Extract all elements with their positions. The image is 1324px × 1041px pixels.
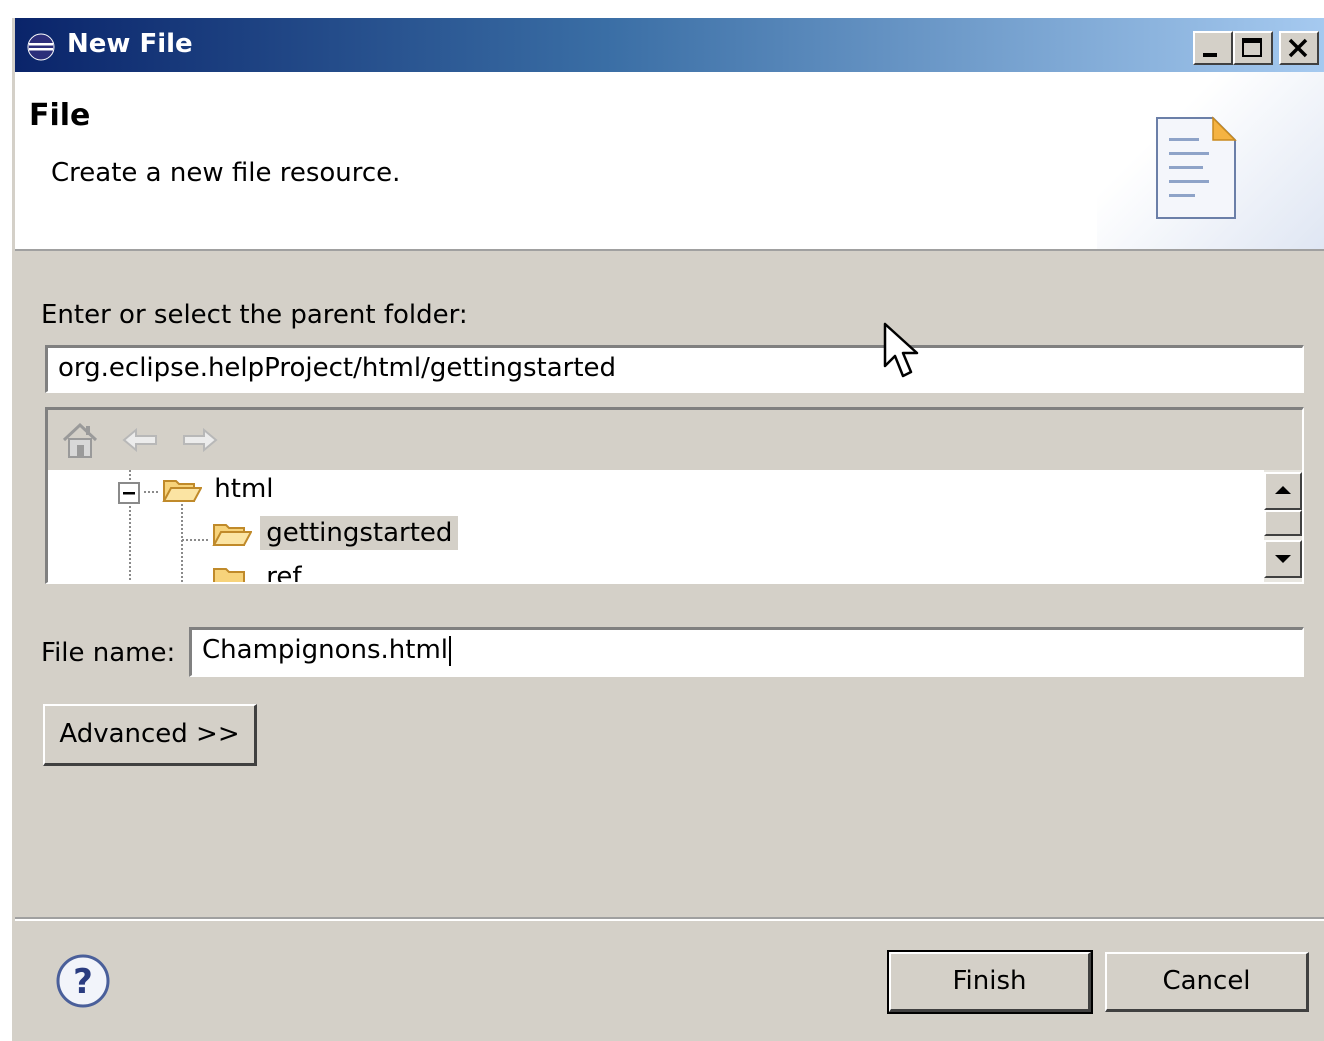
button-bar-separator — [15, 917, 1324, 921]
wizard-header: File Create a new file resource. — [15, 72, 1324, 251]
maximize-icon — [1242, 38, 1262, 57]
eclipse-icon — [27, 33, 55, 61]
tree-item-label: html — [214, 474, 274, 504]
mouse-cursor-icon — [883, 322, 919, 378]
arrow-down-icon — [1275, 555, 1291, 563]
advanced-button[interactable]: Advanced >> — [43, 704, 257, 766]
window-title: New File — [67, 29, 193, 59]
parent-folder-label: Enter or select the parent folder: — [41, 300, 468, 330]
text-caret — [449, 635, 452, 666]
file-name-value: Champignons.html — [202, 635, 449, 665]
page-title: File — [29, 98, 91, 133]
minimize-button[interactable] — [1193, 31, 1233, 65]
finish-button[interactable]: Finish — [887, 950, 1093, 1014]
file-name-input[interactable]: Champignons.html — [189, 627, 1304, 677]
collapse-icon[interactable] — [118, 482, 140, 504]
arrow-up-icon — [1275, 486, 1291, 494]
new-file-icon — [1156, 116, 1237, 219]
minimize-icon — [1203, 53, 1217, 57]
title-bar[interactable]: New File — [15, 18, 1324, 72]
tree-scrollbar[interactable] — [1264, 470, 1302, 582]
close-icon — [1288, 38, 1308, 58]
home-icon[interactable] — [60, 420, 100, 460]
maximize-button[interactable] — [1233, 31, 1273, 65]
scroll-down-button[interactable] — [1264, 540, 1302, 578]
scroll-thumb[interactable] — [1264, 510, 1302, 536]
tree-item-label: gettingstarted — [260, 516, 459, 550]
new-file-dialog: New File File Create a new file resource… — [12, 18, 1324, 1041]
forward-arrow-icon[interactable] — [180, 424, 220, 456]
tree-item-label: ref — [266, 562, 302, 584]
back-arrow-icon[interactable] — [120, 424, 160, 456]
tree-toolbar — [48, 410, 1302, 470]
close-button[interactable] — [1279, 31, 1319, 65]
page-description: Create a new file resource. — [51, 158, 401, 188]
tree-item-ref[interactable]: ref — [212, 562, 302, 584]
open-folder-icon — [162, 479, 203, 502]
cancel-button[interactable]: Cancel — [1105, 952, 1309, 1012]
scroll-up-button[interactable] — [1264, 472, 1302, 510]
tree-item-gettingstarted[interactable]: gettingstarted — [212, 516, 459, 550]
file-name-label: File name: — [41, 638, 176, 668]
parent-folder-input[interactable]: org.eclipse.helpProject/html/gettingstar… — [45, 345, 1304, 393]
help-icon[interactable]: ? — [55, 953, 111, 1009]
open-folder-icon — [212, 523, 253, 546]
tree-item-html[interactable]: html — [162, 474, 274, 505]
svg-text:?: ? — [73, 962, 93, 1002]
folder-tree[interactable]: html gettingstarted ref — [45, 407, 1304, 584]
folder-icon — [213, 567, 245, 582]
